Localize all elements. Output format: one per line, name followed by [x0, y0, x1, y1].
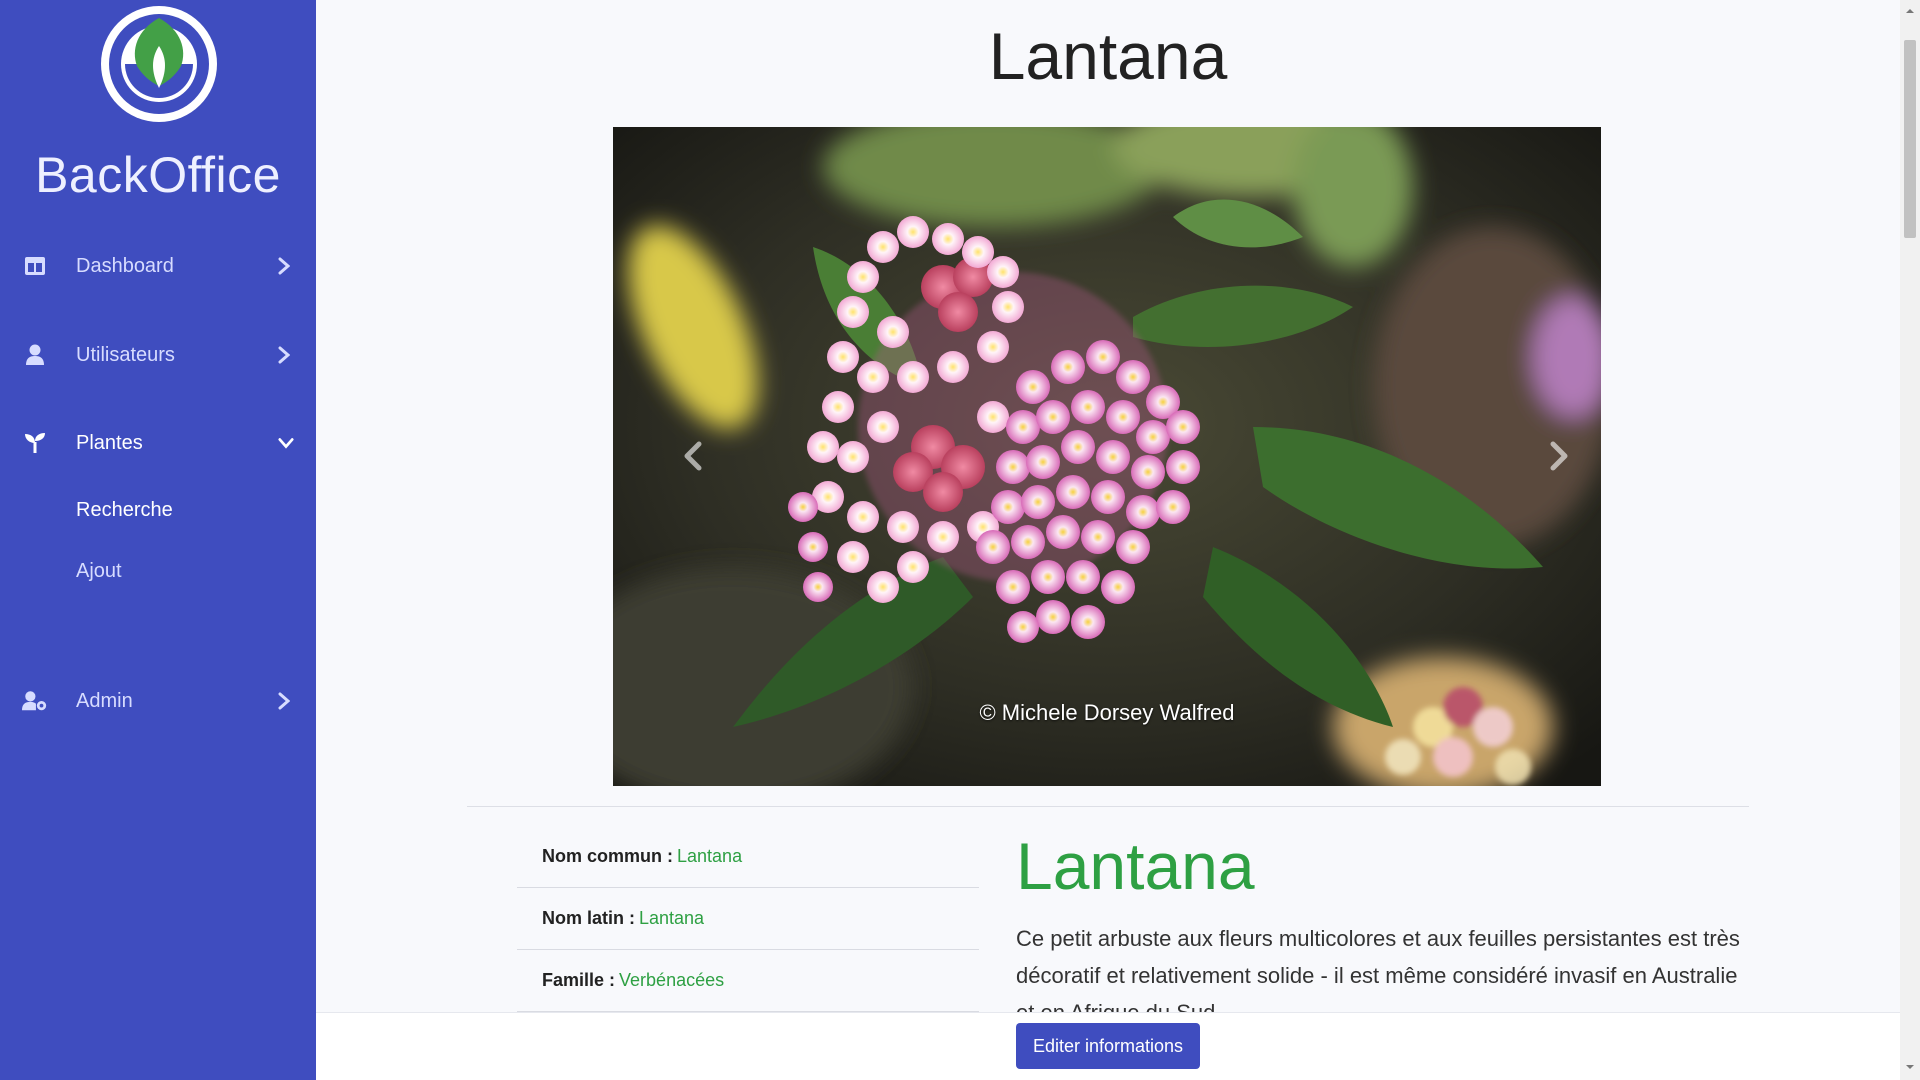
photo-carousel[interactable]: © Michele Dorsey Walfred — [613, 127, 1601, 786]
carousel-prev-button[interactable] — [673, 430, 713, 482]
vertical-scrollbar[interactable] — [1900, 0, 1920, 1080]
section-divider — [467, 806, 1749, 807]
user-icon — [22, 342, 48, 368]
scrollbar-thumb[interactable] — [1904, 40, 1916, 238]
sidebar-subitem-ajout[interactable]: Ajout — [76, 560, 122, 583]
info-row-family: Famille : Verbénacées — [517, 950, 979, 1012]
sidebar-item-plantes[interactable]: Plantes — [0, 413, 316, 473]
chevron-right-icon — [276, 256, 292, 276]
info-value: Lantana — [677, 846, 743, 866]
carousel-next-button[interactable] — [1539, 430, 1579, 482]
chevron-down-icon — [278, 433, 294, 453]
info-label: Nom latin : — [542, 908, 635, 928]
sidebar-item-label: Plantes — [76, 431, 143, 454]
info-row-latin-name: Nom latin : Lantana — [517, 888, 979, 950]
chevron-right-icon — [276, 691, 292, 711]
main-content: Lantana © Michele Dorsey Walfred Nom com… — [316, 0, 1900, 1080]
plant-photo — [613, 127, 1601, 786]
info-row-common-name: Nom commun : Lantana — [517, 826, 979, 888]
plant-name-heading: Lantana — [1016, 829, 1255, 903]
sidebar-item-utilisateurs[interactable]: Utilisateurs — [0, 325, 316, 385]
page-title: Lantana — [988, 19, 1228, 93]
dashboard-icon — [22, 253, 48, 279]
sprout-icon — [22, 430, 48, 456]
sidebar: BackOffice Dashboard Utilisateurs Plante… — [0, 0, 316, 1080]
plant-info-list: Nom commun : Lantana Nom latin : Lantana… — [517, 826, 979, 1012]
info-value: Lantana — [639, 908, 705, 928]
info-label: Nom commun : — [542, 846, 674, 866]
scroll-up-arrow-icon[interactable] — [1905, 6, 1915, 16]
leaf-logo-icon — [109, 14, 209, 114]
sidebar-item-admin[interactable]: Admin — [0, 671, 316, 731]
sidebar-item-label: Dashboard — [76, 254, 174, 277]
photo-credit: © Michele Dorsey Walfred — [979, 700, 1235, 725]
info-value: Verbénacées — [619, 970, 725, 990]
chevron-right-icon — [1550, 441, 1568, 471]
sidebar-item-dashboard[interactable]: Dashboard — [0, 236, 316, 296]
app-logo[interactable] — [101, 6, 217, 122]
sidebar-item-label: Admin — [76, 689, 133, 712]
user-cog-icon — [22, 688, 48, 714]
edit-info-button[interactable]: Editer informations — [1016, 1023, 1200, 1069]
sidebar-subitem-recherche[interactable]: Recherche — [76, 499, 173, 522]
scroll-down-arrow-icon[interactable] — [1905, 1062, 1915, 1072]
sidebar-item-label: Utilisateurs — [76, 343, 175, 366]
brand-name: BackOffice — [35, 147, 281, 203]
info-label: Famille : — [542, 970, 616, 990]
chevron-left-icon — [684, 441, 702, 471]
chevron-right-icon — [276, 345, 292, 365]
